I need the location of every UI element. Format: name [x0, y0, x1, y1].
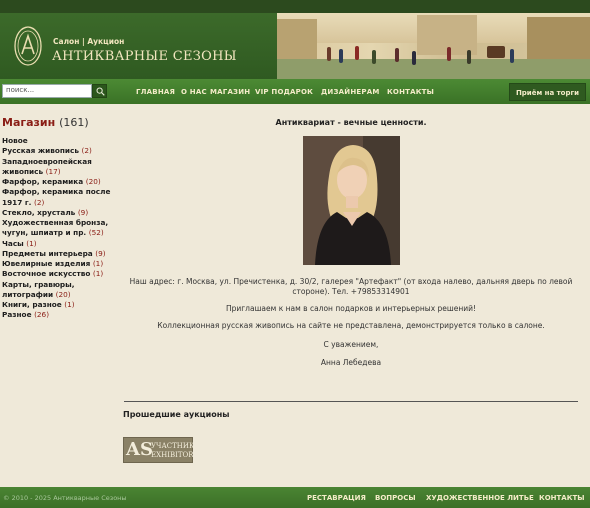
category-count: (1): [92, 259, 104, 268]
top-strip: [0, 0, 590, 13]
nav-contacts[interactable]: КОНТАКТЫ: [387, 88, 434, 96]
page-heading: Антиквариат - вечные ценности.: [275, 118, 427, 127]
logo-subtitle: Салон | Аукцион: [53, 37, 125, 46]
nav-vip-gift[interactable]: VIP ПОДАРОК: [255, 88, 313, 96]
category-count: (1): [92, 269, 104, 279]
category-item[interactable]: Новое: [2, 136, 112, 146]
category-count: (9): [95, 248, 106, 258]
nav-designers[interactable]: ДИЗАЙНЕРАМ: [321, 88, 380, 96]
category-list: Новое Русская живопись (2) Западноевропе…: [2, 136, 112, 321]
category-label: Ювелирные изделия: [2, 259, 91, 268]
category-label: Стекло, хрусталь: [2, 207, 76, 217]
category-count: (1): [26, 238, 37, 248]
search-icon: [96, 87, 105, 96]
category-count: (17): [45, 166, 61, 176]
section-divider: [124, 401, 578, 402]
badge-mark: AS: [126, 439, 153, 460]
owner-portrait: [303, 136, 400, 265]
footer-faq[interactable]: ВОПРОСЫ: [375, 494, 416, 502]
site-footer: © 2010 - 2025 Антикварные Сезоны РЕСТАВР…: [0, 487, 590, 508]
category-item[interactable]: Ювелирные изделия (1): [2, 259, 112, 269]
category-count: (2): [81, 146, 92, 156]
nav-shop[interactable]: МАГАЗИН: [210, 88, 250, 96]
category-item[interactable]: Карты, гравюры, литографии (20): [2, 280, 112, 301]
category-label: Новое: [2, 136, 28, 145]
category-count: (20): [55, 289, 71, 299]
logo-emblem-icon[interactable]: [12, 23, 44, 69]
category-label: Фарфор, керамика после 1917 г.: [2, 187, 111, 207]
category-label: Предметы интерьера: [2, 248, 93, 258]
exhibitor-badge[interactable]: AS УЧАСТНИК EXHIBITOR: [123, 437, 195, 463]
badge-line-2: EXHIBITOR: [151, 451, 194, 459]
category-label: Книги, разное: [2, 300, 62, 309]
site-header: Салон | Аукцион АНТИКВАРНЫЕ СЕЗОНЫ: [0, 13, 590, 79]
regards-text: С уважением,: [323, 340, 379, 349]
nav-home[interactable]: ГЛАВНАЯ: [136, 88, 175, 96]
badge-line-1: УЧАСТНИК: [151, 442, 195, 450]
search-input[interactable]: поиск...: [2, 84, 92, 98]
category-item[interactable]: Предметы интерьера (9): [2, 249, 112, 259]
category-item[interactable]: Стекло, хрусталь (9): [2, 208, 112, 218]
past-auctions-title: Прошедшие аукционы: [123, 410, 230, 419]
category-item[interactable]: Разное (26): [2, 310, 112, 320]
copyright: © 2010 - 2025 Антикварные Сезоны: [3, 494, 127, 502]
category-count: (2): [33, 197, 45, 207]
signature-text: Анна Лебедева: [320, 358, 382, 367]
category-item[interactable]: Часы (1): [2, 239, 112, 249]
main-nav: поиск... ГЛАВНАЯ О НАС МАГАЗИН VIP ПОДАР…: [0, 79, 590, 104]
address-text: Наш адрес: г. Москва, ул. Пречистенка, д…: [129, 277, 573, 296]
category-item[interactable]: Фарфор, керамика (20): [2, 177, 112, 187]
category-count: (26): [34, 310, 50, 320]
footer-contacts[interactable]: КОНТАКТЫ: [539, 494, 584, 502]
category-count: (1): [64, 300, 75, 309]
footer-art-casting[interactable]: ХУДОЖЕСТВЕННОЕ ЛИТЬЕ: [426, 494, 534, 502]
shop-title[interactable]: Магазин (161): [2, 116, 89, 129]
footer-restoration[interactable]: РЕСТАВРАЦИЯ: [307, 494, 366, 502]
shop-count: (161): [59, 116, 89, 129]
category-label: Восточное искусство: [2, 269, 91, 279]
category-label: Часы: [2, 238, 24, 248]
category-count: (20): [85, 177, 101, 186]
logo-title[interactable]: АНТИКВАРНЫЕ СЕЗОНЫ: [52, 49, 237, 64]
category-label: Разное: [2, 310, 32, 320]
shop-title-label: Магазин: [2, 116, 56, 129]
collection-note: Коллекционная русская живопись на сайте …: [157, 321, 545, 330]
category-item[interactable]: Западноевропейская живопись (17): [2, 157, 112, 178]
category-item[interactable]: Фарфор, керамика после 1917 г. (2): [2, 187, 112, 208]
category-item[interactable]: Книги, разное (1): [2, 300, 112, 310]
invite-text: Приглашаем к нам в салон подарков и инте…: [225, 304, 477, 313]
category-count: (52): [88, 228, 104, 238]
nav-about[interactable]: О НАС: [181, 88, 207, 96]
search-button[interactable]: [92, 84, 107, 98]
category-item[interactable]: Восточное искусство (1): [2, 269, 112, 279]
category-item[interactable]: Русская живопись (2): [2, 146, 112, 156]
category-label: Русская живопись: [2, 146, 79, 156]
category-item[interactable]: Художественная бронза, чугун, шпиатр и п…: [2, 218, 112, 239]
header-painting: [277, 13, 590, 79]
category-count: (9): [77, 207, 89, 217]
auction-submit-button[interactable]: Приём на торги: [509, 83, 586, 101]
category-label: Фарфор, керамика: [2, 177, 84, 186]
